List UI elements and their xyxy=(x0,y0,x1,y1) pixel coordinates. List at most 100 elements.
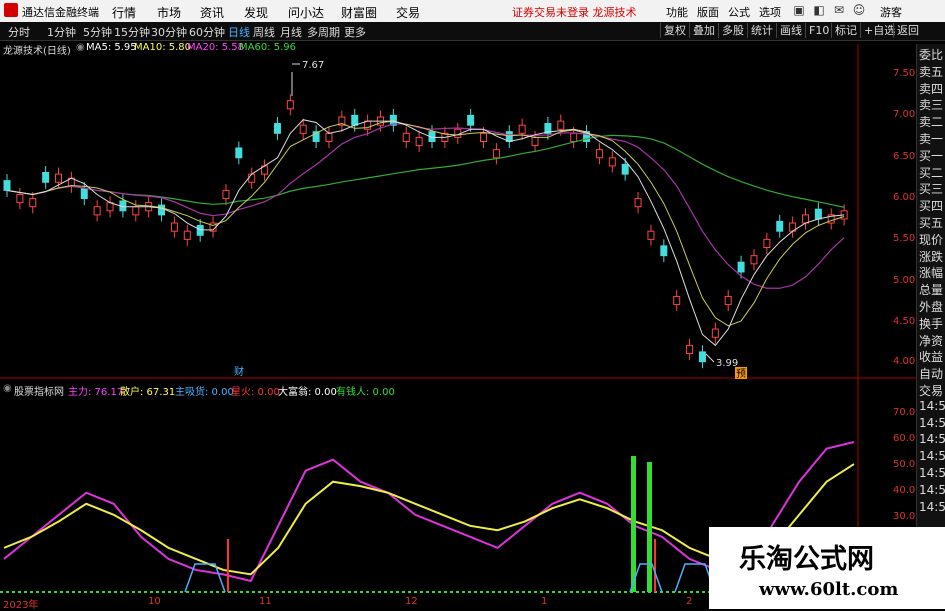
side-panel-label: 买三 xyxy=(919,182,944,197)
mail-icon[interactable]: ✉ xyxy=(832,3,846,17)
candle xyxy=(686,344,694,355)
side-panel-label: 14:55 xyxy=(919,398,945,413)
menu-discover[interactable]: 发现 xyxy=(244,4,268,21)
candle xyxy=(595,149,603,159)
back-button[interactable]: 返回 xyxy=(893,23,922,38)
indicator-retail: 散户: 67.31 xyxy=(120,387,176,398)
side-panel-label: 委比 xyxy=(919,48,944,62)
period-multi[interactable]: 多周期 xyxy=(307,24,340,40)
guest-label[interactable]: 游客 xyxy=(880,4,902,20)
date-tick: 10 xyxy=(148,596,161,607)
period-15min[interactable]: 15分钟 xyxy=(114,24,150,40)
period-weekly[interactable]: 周线 xyxy=(253,24,275,40)
watermark-title: 乐淘公式网 xyxy=(739,544,874,575)
side-panel-label: 净资 xyxy=(919,333,944,348)
period-more[interactable]: 更多 xyxy=(344,24,366,40)
candle xyxy=(634,198,642,208)
finance-marker[interactable]: 财 xyxy=(234,365,244,378)
period-monthly[interactable]: 月线 xyxy=(280,24,302,40)
candle xyxy=(801,214,809,224)
candle xyxy=(621,163,629,175)
user-icon[interactable]: ☺ xyxy=(852,3,866,17)
candle xyxy=(518,124,526,134)
watermark-url: www.60lt.com xyxy=(759,579,899,600)
candle xyxy=(608,157,616,167)
price-tick: 5.50 xyxy=(893,233,916,244)
side-panel-label: 外盘 xyxy=(919,300,944,314)
menu-formula[interactable]: 公式 xyxy=(728,4,750,20)
period-tick[interactable]: 分时 xyxy=(8,24,30,40)
restore-rights-button[interactable]: 复权 xyxy=(660,23,689,38)
menu-wenxiaoda[interactable]: 问小达 xyxy=(288,4,324,21)
candle xyxy=(776,220,784,232)
date-tick: 12 xyxy=(405,596,418,607)
menu-wealth-circle[interactable]: 财富圈 xyxy=(341,4,377,21)
period-5min[interactable]: 5分钟 xyxy=(83,24,112,40)
candle xyxy=(711,328,719,338)
menu-news[interactable]: 资讯 xyxy=(200,4,224,21)
side-panel-label: 卖四 xyxy=(919,81,944,96)
candle xyxy=(222,189,230,200)
candle xyxy=(492,149,500,159)
indicator-settings-icon[interactable]: ◉ xyxy=(3,383,12,394)
multi-stock-button[interactable]: 多股 xyxy=(718,23,747,38)
mark-button[interactable]: 标记 xyxy=(831,23,860,38)
period-1min[interactable]: 1分钟 xyxy=(47,24,76,40)
candle xyxy=(235,147,243,159)
menu-function[interactable]: 功能 xyxy=(666,4,688,20)
candle xyxy=(647,230,655,240)
side-panel-label: 卖一 xyxy=(919,132,944,146)
price-tick: 6.00 xyxy=(893,192,916,203)
stats-button[interactable]: 统计 xyxy=(747,23,776,38)
side-panel-label: 收益 xyxy=(919,350,944,365)
candle xyxy=(673,295,681,306)
candle xyxy=(196,224,204,236)
side-panel-label: 买一 xyxy=(919,148,944,163)
app-logo-icon xyxy=(4,3,18,17)
menu-layout[interactable]: 版面 xyxy=(697,4,719,20)
kline-chart[interactable]: 7.67 3.99 财 预 xyxy=(0,44,916,596)
candle xyxy=(570,132,578,142)
side-panel-label: 换手 xyxy=(919,316,944,331)
side-panel-label: 总量 xyxy=(919,283,944,298)
period-60min[interactable]: 60分钟 xyxy=(189,24,225,40)
menu-quotes[interactable]: 行情 xyxy=(112,4,136,21)
indicator-rich: 有钱人: 0.00 xyxy=(336,387,395,398)
menu-options[interactable]: 选项 xyxy=(759,4,781,20)
period-daily[interactable]: 日线 xyxy=(228,24,250,40)
candle xyxy=(42,171,50,183)
date-tick: 1 xyxy=(541,596,548,607)
candle xyxy=(505,131,513,142)
period-toolbar: 分时 1分钟 5分钟 15分钟 30分钟 60分钟 日线 周线 月线 多周期 更… xyxy=(0,22,945,41)
quote-side-panel: 委比 卖五 卖四 卖三 卖二 卖一 买一 买二 买三 买四 买五 现价 涨跌 涨幅 总量 外盘 换手 净资 收益 自动… xyxy=(916,44,945,604)
candle xyxy=(286,100,294,110)
skin-icon[interactable]: ◧ xyxy=(812,3,826,17)
indicator-absorb: 主吸货: 0.00 xyxy=(175,387,234,398)
candle xyxy=(415,136,423,147)
side-panel-label: 14:56 xyxy=(919,449,945,464)
candle xyxy=(29,198,37,208)
forecast-marker[interactable]: 预 xyxy=(736,368,746,380)
indicator-name[interactable]: 股票指标网 xyxy=(14,383,64,398)
side-panel-label: 14:56 xyxy=(919,482,945,497)
draw-line-button[interactable]: 画线 xyxy=(776,23,805,38)
candle xyxy=(737,261,745,273)
candle xyxy=(660,245,668,257)
indicator-spark: 星火: 0.00 xyxy=(231,387,280,398)
price-tick: 4.00 xyxy=(893,356,916,367)
login-notice[interactable]: 证券交易未登录 龙源技术 xyxy=(512,4,637,20)
f10-button[interactable]: F10 xyxy=(805,23,832,38)
candle xyxy=(467,114,475,126)
menu-market[interactable]: 市场 xyxy=(157,4,181,21)
overlay-button[interactable]: 叠加 xyxy=(689,23,718,38)
window-icon[interactable]: ▣ xyxy=(792,3,806,17)
menu-trade[interactable]: 交易 xyxy=(396,4,420,21)
high-price-label: 7.67 xyxy=(302,60,324,71)
candle xyxy=(531,136,539,147)
side-panel-label: 14:56 xyxy=(919,466,945,480)
candle xyxy=(763,238,771,249)
candle xyxy=(3,180,11,191)
period-30min[interactable]: 30分钟 xyxy=(151,24,187,40)
candle xyxy=(351,114,359,126)
side-panel-label: 买四 xyxy=(919,199,944,214)
